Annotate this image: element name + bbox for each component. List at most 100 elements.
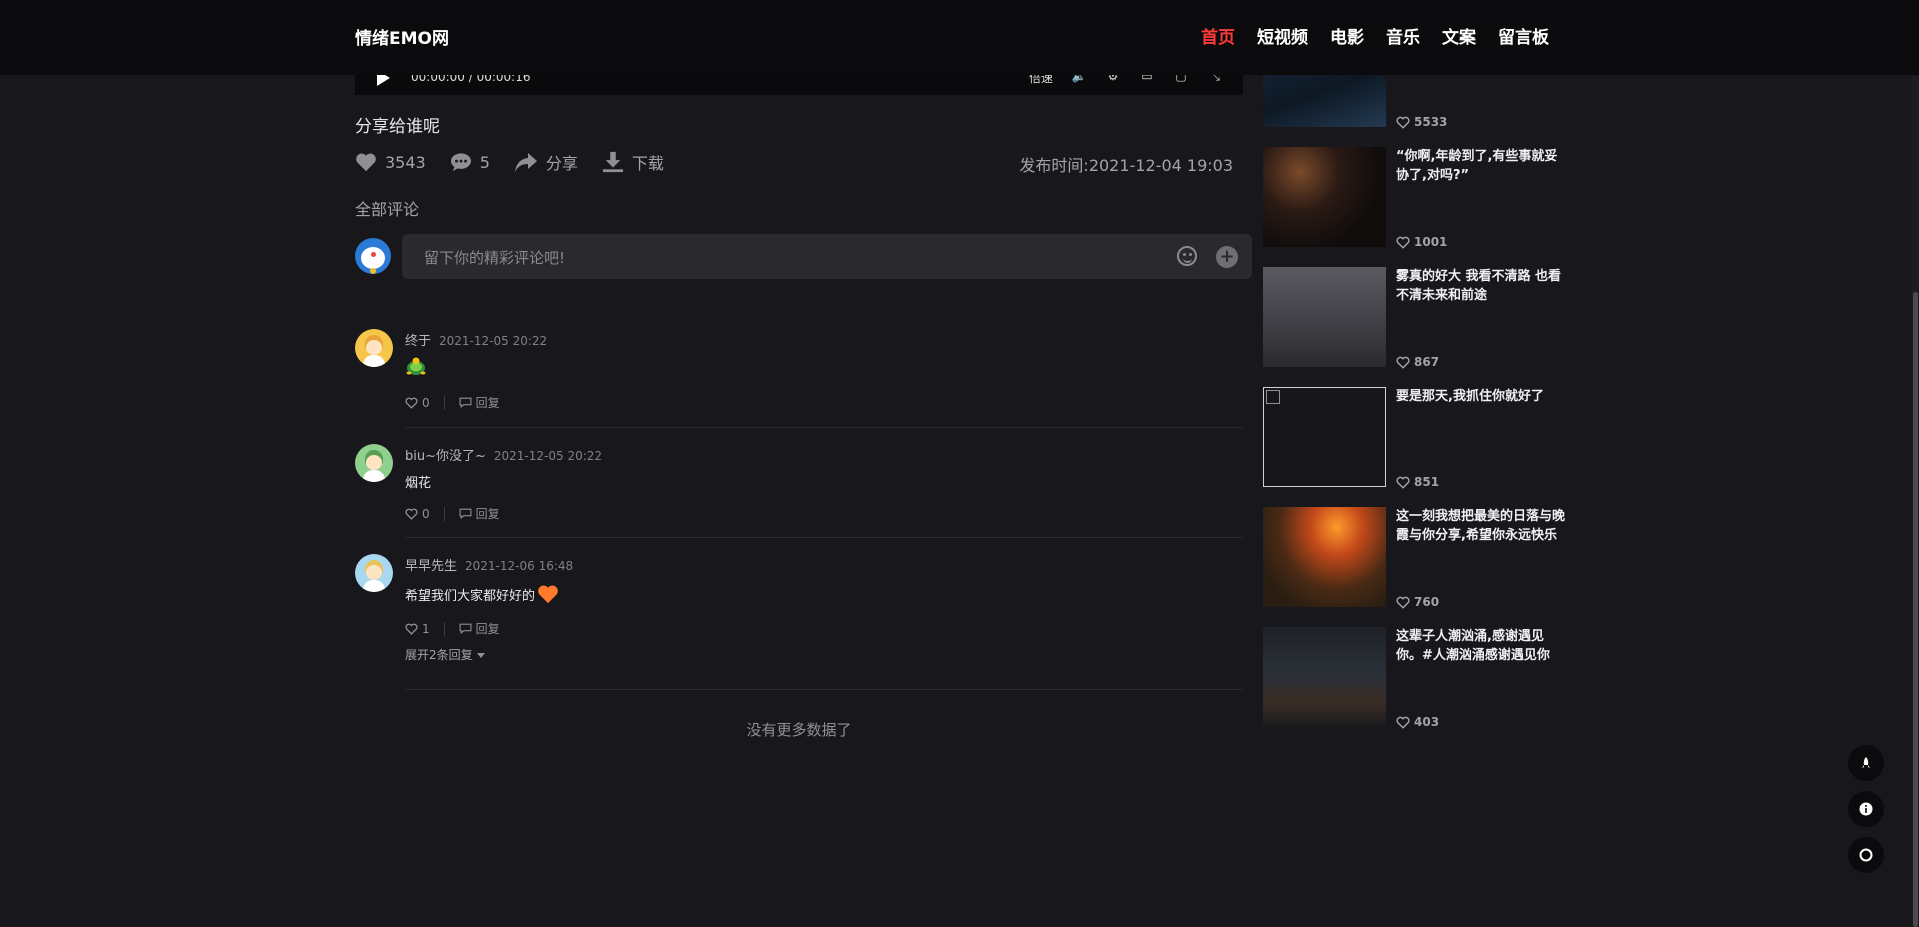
reply-button[interactable]: 回复 <box>445 620 500 637</box>
like-button[interactable]: 3543 <box>355 152 426 172</box>
like-count: 760 <box>1414 595 1440 609</box>
reply-icon <box>459 397 472 408</box>
heart-outline-icon <box>405 508 418 520</box>
comment-meta: 早早先生 2021-12-06 16:48 <box>405 555 573 574</box>
comment-box: + <box>402 234 1252 281</box>
info-icon <box>1859 802 1873 816</box>
heart-outline-icon <box>1396 236 1410 249</box>
like-count-group: 760 <box>1396 595 1439 609</box>
comment-button[interactable]: 5 <box>450 152 490 172</box>
reply-button[interactable]: 回复 <box>445 505 500 522</box>
video-title: 要是那天,我抓住你就好了 <box>1396 389 1544 404</box>
reply-icon <box>459 623 472 634</box>
top-navbar: 情绪EMO网 首页 短视频 电影 音乐 文案 留言板 <box>0 0 1919 75</box>
avatar[interactable] <box>355 554 393 592</box>
like-count: 851 <box>1414 475 1440 489</box>
comment-body: 希望我们大家都好好的 <box>405 584 559 604</box>
info-button[interactable] <box>1848 791 1884 827</box>
sidebar-video-item[interactable]: 要是那天,我抓住你就好了 851 <box>1263 387 1563 489</box>
turtle-emoji-icon <box>406 357 426 375</box>
download-button[interactable]: 下载 <box>602 150 664 174</box>
comment-meta: 终于 2021-12-05 20:22 <box>405 330 547 349</box>
nav-copywriting[interactable]: 文案 <box>1442 23 1476 48</box>
heart-outline-icon <box>405 623 418 635</box>
comment-body <box>405 356 427 382</box>
nav-music[interactable]: 音乐 <box>1386 23 1420 48</box>
nav-short-video[interactable]: 短视频 <box>1257 23 1308 48</box>
video-title: 这一刻我想把最美的日落与晚霞与你分享,希望你永远快乐 <box>1396 509 1566 543</box>
orange-heart-emoji-icon <box>538 585 558 604</box>
comment-time: 2021-12-05 20:22 <box>439 334 548 348</box>
like-count-group: 403 <box>1396 715 1439 729</box>
like-count-group: 867 <box>1396 355 1439 369</box>
publish-time-label: 发布时间: <box>1019 156 1089 175</box>
reply-label: 回复 <box>475 622 500 636</box>
comment-actions: 1 回复 <box>405 620 500 637</box>
like-count-group: 1001 <box>1396 235 1447 249</box>
nav-home[interactable]: 首页 <box>1201 23 1235 48</box>
sidebar-video-item[interactable]: “你啊,年龄到了,有些事就妥协了,对吗?” 1001 <box>1263 147 1563 249</box>
video-actions: 3543 5 分享 下载 <box>355 150 664 174</box>
video-title: 这辈子人潮汹涌,感谢遇见你。#人潮汹涌感谢遇见你 <box>1396 629 1550 663</box>
current-user-avatar <box>355 238 391 274</box>
publish-time-value: 2021-12-04 19:03 <box>1088 156 1233 175</box>
divider <box>405 427 1243 428</box>
heart-outline-icon <box>405 397 418 409</box>
comments-heading: 全部评论 <box>355 200 420 219</box>
page-scrollbar[interactable] <box>1912 0 1919 927</box>
reply-label: 回复 <box>475 507 500 521</box>
comment-time: 2021-12-06 16:48 <box>465 559 574 573</box>
expand-replies-button[interactable]: 展开2条回复 <box>405 646 485 663</box>
comment-like-count: 1 <box>422 621 430 636</box>
video-title: 分享给谁呢 <box>355 117 440 137</box>
sidebar-video-item[interactable]: 这一刻我想把最美的日落与晚霞与你分享,希望你永远快乐 760 <box>1263 507 1566 609</box>
back-to-top-button[interactable] <box>1848 745 1884 781</box>
emoji-icon[interactable] <box>1177 246 1197 266</box>
video-thumbnail-broken-image[interactable] <box>1263 387 1386 487</box>
nav-message-board[interactable]: 留言板 <box>1498 23 1549 48</box>
comment-actions: 0 回复 <box>405 505 500 522</box>
sidebar-video-item[interactable]: 这辈子人潮汹涌,感谢遇见你。#人潮汹涌感谢遇见你 403 <box>1263 627 1563 729</box>
comment-user[interactable]: 终于 <box>405 334 431 349</box>
comment-time: 2021-12-05 20:22 <box>493 449 603 463</box>
like-count: 1001 <box>1414 235 1448 249</box>
rocket-icon <box>1862 757 1870 768</box>
comment-like-button[interactable]: 0 <box>405 506 445 521</box>
circle-icon <box>1859 848 1873 862</box>
video-thumbnail[interactable] <box>1263 627 1386 727</box>
comment-like-count: 0 <box>422 506 430 521</box>
comment-like-button[interactable]: 1 <box>405 621 445 636</box>
like-count: 5533 <box>1414 115 1448 129</box>
site-logo[interactable]: 情绪EMO网 <box>355 24 449 49</box>
share-button[interactable]: 分享 <box>514 150 578 174</box>
caret-down-icon <box>476 653 485 658</box>
video-thumbnail[interactable] <box>1263 267 1386 367</box>
video-thumbnail[interactable] <box>1263 147 1386 247</box>
video-thumbnail[interactable] <box>1263 507 1386 607</box>
comment-user[interactable]: biu~你没了~ <box>405 449 486 464</box>
comment-meta: biu~你没了~ 2021-12-05 20:22 <box>405 445 602 464</box>
nav-movies[interactable]: 电影 <box>1330 23 1364 48</box>
avatar[interactable] <box>355 444 393 482</box>
download-icon <box>602 151 624 173</box>
like-count-group: 851 <box>1396 475 1439 489</box>
video-title: 雾真的好大 我看不清路 也看不清未来和前途 <box>1396 269 1562 303</box>
comment-actions: 0 回复 <box>405 394 500 411</box>
like-count: 403 <box>1414 715 1440 729</box>
scrollbar-thumb[interactable] <box>1913 292 1918 927</box>
heart-outline-icon <box>1396 356 1410 369</box>
comment-input[interactable] <box>422 234 1126 281</box>
add-attachment-icon[interactable]: + <box>1216 246 1238 268</box>
expand-replies-label: 展开2条回复 <box>405 648 473 662</box>
publish-time: 发布时间:2021-12-04 19:03 <box>1019 152 1233 176</box>
reply-button[interactable]: 回复 <box>445 394 500 411</box>
theme-toggle-button[interactable] <box>1848 837 1884 873</box>
comment-user[interactable]: 早早先生 <box>405 559 457 574</box>
comment-bubble-icon <box>450 153 471 172</box>
avatar[interactable] <box>355 329 393 367</box>
reply-icon <box>459 508 472 519</box>
divider <box>405 689 1243 690</box>
sidebar-video-item[interactable]: 雾真的好大 我看不清路 也看不清未来和前途 867 <box>1263 267 1563 369</box>
comment-like-button[interactable]: 0 <box>405 395 445 410</box>
video-title: “你啊,年龄到了,有些事就妥协了,对吗?” <box>1396 149 1558 183</box>
